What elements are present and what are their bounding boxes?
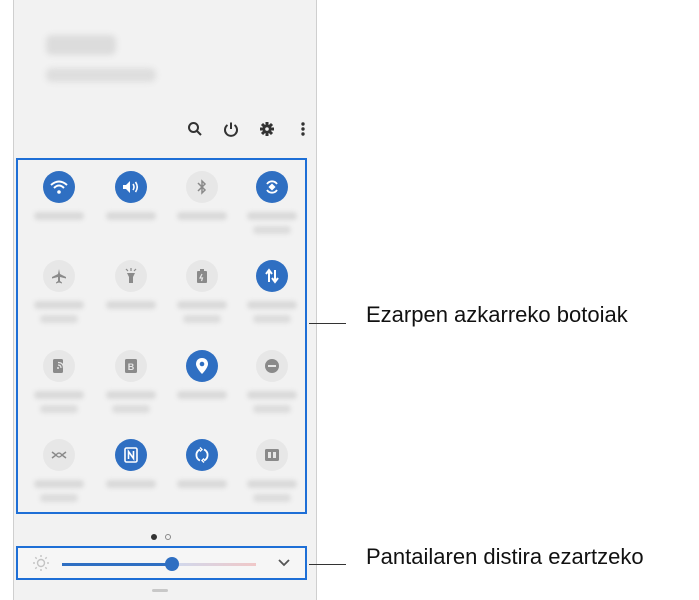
page-indicator xyxy=(151,534,181,542)
quick-tile-mobile-data[interactable] xyxy=(235,253,309,339)
quick-tile-airplane-mode[interactable] xyxy=(22,253,96,339)
svg-text:B: B xyxy=(128,362,135,372)
nearby-share-icon xyxy=(43,439,75,471)
clock-time-blurred xyxy=(46,35,116,55)
flashlight-icon xyxy=(115,260,147,292)
auto-rotate-icon xyxy=(256,171,288,203)
sound-icon xyxy=(115,171,147,203)
location-icon xyxy=(186,350,218,382)
mobile-hotspot-icon xyxy=(43,350,75,382)
quick-tile-dual-audio[interactable] xyxy=(235,432,309,518)
quick-tile-do-not-disturb[interactable] xyxy=(235,343,309,429)
brightness-slider-thumb[interactable] xyxy=(165,557,179,571)
quick-tile-bluetooth[interactable] xyxy=(165,164,239,250)
page-dot-inactive[interactable] xyxy=(165,534,171,540)
quick-tile-flashlight[interactable] xyxy=(94,253,168,339)
power-saving-icon xyxy=(186,260,218,292)
callout-brightness: Pantailaren distira ezartzeko xyxy=(366,544,644,569)
quick-tile-sync[interactable] xyxy=(165,432,239,518)
quick-tile-wifi[interactable] xyxy=(22,164,96,250)
quick-tile-nfc[interactable] xyxy=(94,432,168,518)
brightness-sun-icon xyxy=(32,554,50,572)
airplane-mode-icon xyxy=(43,260,75,292)
clock-date-blurred xyxy=(46,68,156,82)
quick-settings-buttons-area: B xyxy=(16,158,307,514)
quick-tile-mobile-hotspot[interactable] xyxy=(22,343,96,429)
more-options-icon[interactable] xyxy=(292,118,314,140)
nfc-icon xyxy=(115,439,147,471)
quick-tile-power-saving[interactable] xyxy=(165,253,239,339)
quick-tile-blue-light-filter[interactable]: B xyxy=(94,343,168,429)
chevron-down-icon[interactable] xyxy=(275,553,293,571)
quick-tile-location[interactable] xyxy=(165,343,239,429)
wifi-icon xyxy=(43,171,75,203)
sync-icon xyxy=(186,439,218,471)
page-dot-active[interactable] xyxy=(151,534,157,540)
quick-tile-nearby-share[interactable] xyxy=(22,432,96,518)
mobile-data-icon xyxy=(256,260,288,292)
brightness-slider-track[interactable] xyxy=(172,563,256,566)
brightness-control-area xyxy=(16,546,307,580)
bluetooth-icon xyxy=(186,171,218,203)
panel-drag-handle[interactable] xyxy=(152,589,168,592)
blue-light-filter-icon: B xyxy=(115,350,147,382)
settings-icon[interactable] xyxy=(256,118,278,140)
quick-panel-top-icons xyxy=(184,118,314,140)
do-not-disturb-icon xyxy=(256,350,288,382)
dual-audio-icon xyxy=(256,439,288,471)
quick-tile-sound[interactable] xyxy=(94,164,168,250)
callout-leader-line-buttons xyxy=(309,323,346,324)
power-icon[interactable] xyxy=(220,118,242,140)
callout-leader-line-brightness xyxy=(309,564,346,565)
brightness-slider-fill xyxy=(62,563,172,566)
callout-quick-settings-buttons: Ezarpen azkarreko botoiak xyxy=(366,302,628,327)
search-icon[interactable] xyxy=(184,118,206,140)
quick-tile-auto-rotate[interactable] xyxy=(235,164,309,250)
